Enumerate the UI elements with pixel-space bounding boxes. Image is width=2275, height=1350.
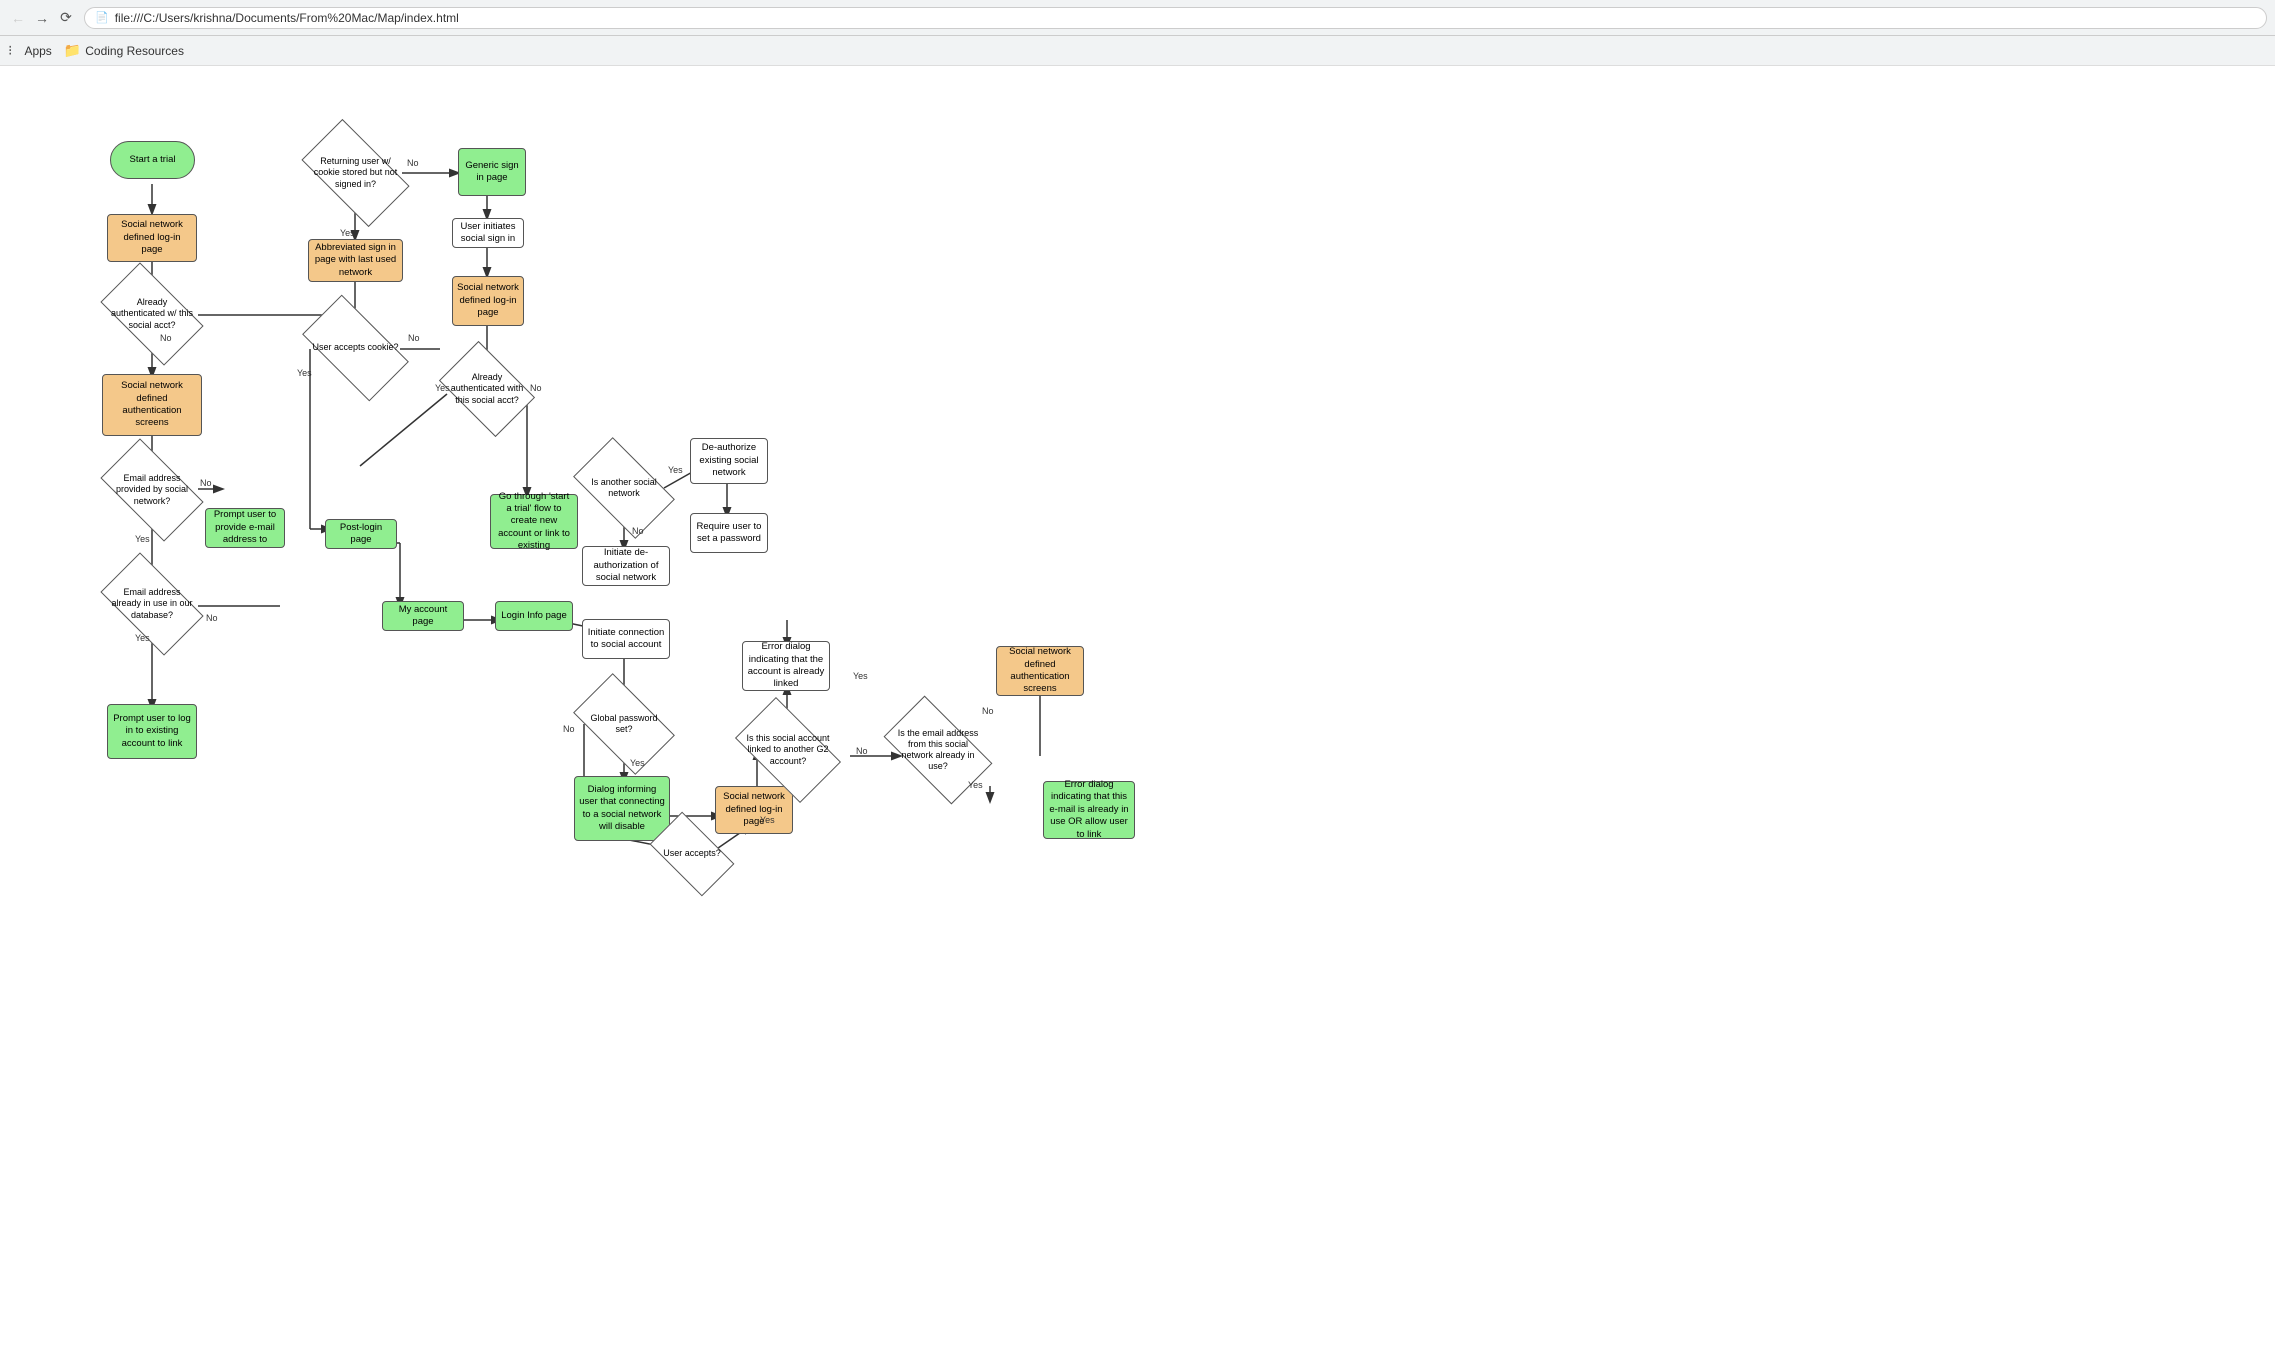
is-linked-diamond: Is this social account linked to another… (742, 721, 834, 779)
initiate-deauth-node: Initiate de-authorization of social netw… (582, 546, 670, 586)
social-auth-screens-node: Social network defined authentication sc… (102, 374, 202, 436)
no-label-email: No (200, 478, 212, 488)
no-label-global: No (563, 724, 575, 734)
no-label-linked: No (856, 746, 868, 756)
social-login-page-3-node: Social network defined log-in page (715, 786, 793, 834)
folder-icon: 📁 (64, 42, 81, 59)
no-label-emailuse: No (982, 706, 994, 716)
error-email-in-use-node: Error dialog indicating that this e-mail… (1043, 781, 1135, 839)
yes-label-another: Yes (668, 465, 683, 475)
generic-sign-in-node: Generic sign in page (458, 148, 526, 196)
user-accepts-diamond: User accepts? (655, 831, 729, 877)
social-auth-screens-2-node: Social network defined authentication sc… (996, 646, 1084, 696)
coding-resources-label: Coding Resources (85, 44, 184, 58)
go-through-trial-node: Go through 'start a trial' flow to creat… (490, 494, 578, 549)
prompt-email-node: Prompt user to provide e-mail address to (205, 508, 285, 548)
user-accepts-cookie-diamond: User accepts cookie? (308, 320, 403, 376)
no-label-auth2: No (530, 383, 542, 393)
social-login-page-1-node: Social network defined log-in page (107, 214, 197, 262)
back-button[interactable]: ← (8, 8, 28, 28)
global-password-diamond: Global password set? (580, 696, 668, 752)
email-from-social-diamond: Email address provided by social network… (107, 462, 197, 518)
yes-label-email: Yes (135, 534, 150, 544)
yes-label-linked: Yes (853, 671, 868, 681)
browser-bar: ← → ⟳ 📄 file:///C:/Users/krishna/Documen… (0, 0, 2275, 36)
social-login-page-2-node: Social network defined log-in page (452, 276, 524, 326)
my-account-node: My account page (382, 601, 464, 631)
already-auth-diamond-2: Already authenticated with this social a… (447, 361, 527, 417)
address-text: file:///C:/Users/krishna/Documents/From%… (115, 11, 459, 25)
flowchart-canvas: Start a trial Social network defined log… (0, 66, 2275, 1346)
start-trial-node: Start a trial (110, 141, 195, 179)
prompt-log-in-node: Prompt user to log in to existing accoun… (107, 704, 197, 759)
no-label-emaildb: No (206, 613, 218, 623)
email-in-use-diamond: Is the email address from this social ne… (890, 721, 986, 779)
nav-buttons: ← → ⟳ (8, 8, 76, 28)
deauth-existing-node: De-authorize existing social network (690, 438, 768, 484)
login-info-node: Login Info page (495, 601, 573, 631)
bookmarks-bar: ⁝ Apps 📁 Coding Resources (0, 36, 2275, 66)
reload-button[interactable]: ⟳ (56, 8, 76, 28)
email-in-db-diamond: Email address already in use in our data… (107, 576, 197, 632)
bookmark-coding[interactable]: 📁 Coding Resources (64, 42, 184, 59)
lock-icon: 📄 (95, 11, 109, 24)
address-bar[interactable]: 📄 file:///C:/Users/krishna/Documents/Fro… (84, 7, 2267, 29)
already-auth-diamond-1: Already authenticated w/ this social acc… (107, 286, 197, 342)
post-login-node: Post-login page (325, 519, 397, 549)
require-password-node: Require user to set a password (690, 513, 768, 553)
no-label-returning: No (407, 158, 419, 168)
apps-label: Apps (24, 44, 51, 58)
returning-user-diamond: Returning user w/ cookie stored but not … (308, 144, 403, 202)
bookmark-apps[interactable]: Apps (24, 44, 51, 58)
forward-button[interactable]: → (32, 8, 52, 28)
error-already-linked-node: Error dialog indicating that the account… (742, 641, 830, 691)
abbrev-sign-in-node: Abbreviated sign in page with last used … (308, 239, 403, 282)
user-initiates-node: User initiates social sign in (452, 218, 524, 248)
grid-icon: ⁝ (8, 42, 12, 59)
is-another-network-diamond: Is another social network (580, 460, 668, 516)
initiate-connection-node: Initiate connection to social account (582, 619, 670, 659)
yes-label-returning: Yes (340, 228, 355, 238)
no-label-cookie: No (408, 333, 420, 343)
